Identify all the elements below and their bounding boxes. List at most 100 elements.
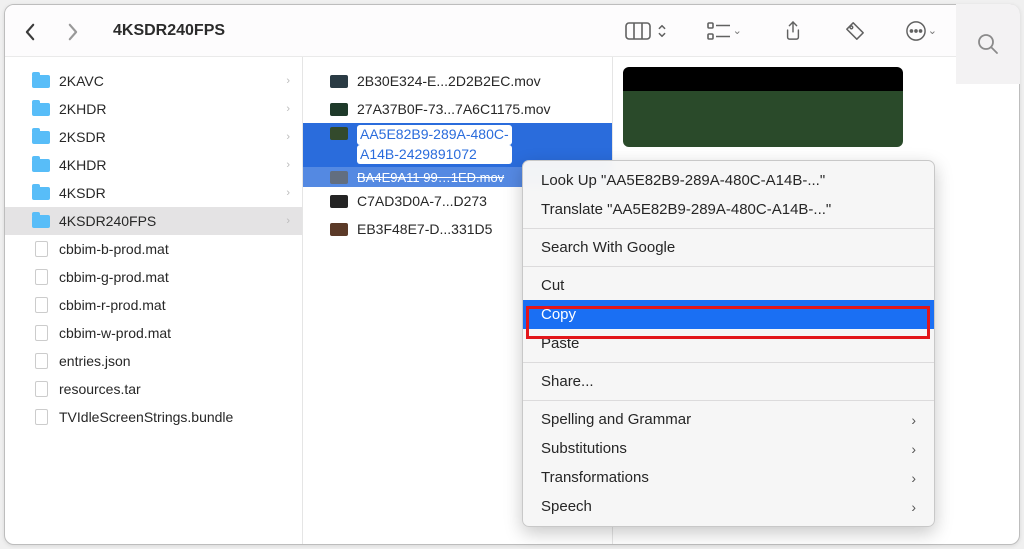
more-button[interactable]: ⌄ bbox=[906, 20, 937, 42]
item-label: entries.json bbox=[59, 353, 131, 369]
chevron-right-icon: › bbox=[911, 470, 916, 486]
menu-cut[interactable]: Cut bbox=[523, 271, 934, 300]
file-label: C7AD3D0A-7...D273 bbox=[357, 193, 487, 209]
item-label: 2KAVC bbox=[59, 73, 104, 89]
item-label: cbbim-r-prod.mat bbox=[59, 297, 166, 313]
menu-label: Copy bbox=[541, 306, 576, 323]
folder-icon bbox=[31, 73, 51, 89]
item-label: cbbim-b-prod.mat bbox=[59, 241, 169, 257]
folder-icon bbox=[31, 213, 51, 229]
chevron-right-icon: › bbox=[286, 75, 290, 87]
back-button[interactable] bbox=[25, 23, 41, 39]
thumbnail-icon bbox=[329, 125, 349, 141]
folder-icon bbox=[31, 129, 51, 145]
group-button[interactable]: ⌄ bbox=[707, 20, 742, 42]
item-label: 4KSDR bbox=[59, 185, 106, 201]
chevron-right-icon: › bbox=[911, 441, 916, 457]
thumbnail-icon bbox=[329, 73, 349, 89]
sidebar-item[interactable]: 2KAVC › bbox=[5, 67, 302, 95]
menu-translate[interactable]: Translate "AA5E82B9-289A-480C-A14B-..." bbox=[523, 195, 934, 224]
folder-icon bbox=[31, 101, 51, 117]
sidebar-item[interactable]: 2KHDR › bbox=[5, 95, 302, 123]
file-icon bbox=[31, 269, 51, 285]
sidebar-item[interactable]: entries.json bbox=[5, 347, 302, 375]
view-columns-button[interactable] bbox=[625, 20, 667, 42]
file-icon bbox=[31, 381, 51, 397]
menu-transformations[interactable]: Transformations › bbox=[523, 463, 934, 492]
item-label: 2KHDR bbox=[59, 101, 106, 117]
item-label: 4KHDR bbox=[59, 157, 106, 173]
item-label: TVIdleScreenStrings.bundle bbox=[59, 409, 233, 425]
menu-search-google[interactable]: Search With Google bbox=[523, 233, 934, 262]
chevron-down-icon: ⌄ bbox=[928, 24, 937, 37]
menu-spelling[interactable]: Spelling and Grammar› bbox=[523, 405, 934, 434]
menu-substitutions[interactable]: Substitutions › bbox=[523, 434, 934, 463]
sidebar-item[interactable]: cbbim-g-prod.mat bbox=[5, 263, 302, 291]
file-label: 27A37B0F-73...7A6C1175.mov bbox=[357, 101, 551, 117]
chevron-right-icon: › bbox=[911, 499, 916, 515]
menu-label: Look Up "AA5E82B9-289A-480C-A14B-..." bbox=[541, 172, 825, 189]
file-icon bbox=[31, 325, 51, 341]
sidebar-item[interactable]: 2KSDR› bbox=[5, 123, 302, 151]
tags-button[interactable] bbox=[844, 20, 866, 42]
sidebar-item[interactable]: 4KHDR › bbox=[5, 151, 302, 179]
chevron-right-icon: › bbox=[286, 103, 290, 115]
item-label: cbbim-w-prod.mat bbox=[59, 325, 171, 341]
menu-separator bbox=[523, 228, 934, 229]
menu-speech[interactable]: Speech › bbox=[523, 492, 934, 521]
item-label: 4KSDR240FPS bbox=[59, 213, 156, 229]
file-icon bbox=[31, 409, 51, 425]
updown-icon bbox=[657, 24, 667, 38]
preview-thumbnail bbox=[623, 67, 903, 147]
forward-button[interactable] bbox=[67, 23, 83, 39]
menu-lookup[interactable]: Look Up "AA5E82B9-289A-480C-A14B-..." bbox=[523, 166, 934, 195]
menu-label: Speech bbox=[541, 498, 592, 515]
file-icon bbox=[31, 241, 51, 257]
item-label: cbbim-g-prod.mat bbox=[59, 269, 169, 285]
thumbnail-icon bbox=[329, 221, 349, 237]
menu-share[interactable]: Share... bbox=[523, 367, 934, 396]
chevron-right-icon: › bbox=[286, 187, 290, 199]
menu-separator bbox=[523, 266, 934, 267]
folder-icon bbox=[31, 157, 51, 173]
sidebar-item[interactable]: 4KSDR240FPS › bbox=[5, 207, 302, 235]
sidebar-item[interactable]: cbbim-b-prod.mat bbox=[5, 235, 302, 263]
background-search-icon bbox=[956, 4, 1020, 84]
file-row[interactable]: 27A37B0F-73...7A6C1175.mov bbox=[303, 95, 612, 123]
sidebar-item[interactable]: cbbim-w-prod.mat bbox=[5, 319, 302, 347]
menu-label: Substitutions bbox=[541, 440, 627, 457]
file-label: EB3F48E7-D...331D5 bbox=[357, 221, 492, 237]
chevron-right-icon: › bbox=[286, 215, 290, 227]
sidebar-item[interactable]: 4KSDR › bbox=[5, 179, 302, 207]
menu-label: Share... bbox=[541, 373, 594, 390]
menu-paste[interactable]: Paste bbox=[523, 329, 934, 358]
menu-separator bbox=[523, 400, 934, 401]
file-icon bbox=[31, 353, 51, 369]
file-label: 2B30E324-E...2D2B2EC.mov bbox=[357, 73, 541, 89]
chevron-right-icon: › bbox=[911, 412, 916, 428]
thumbnail-icon bbox=[329, 169, 349, 185]
file-label: AA5E82B9-289A-480C- bbox=[357, 125, 512, 145]
sidebar-item[interactable]: resources.tar bbox=[5, 375, 302, 403]
file-label: BA4E9A11 99…1ED.mov bbox=[357, 170, 504, 185]
sidebar-column: 2KAVC›2KHDR›2KSDR›4KHDR›4KSDR›4KSDR240FP… bbox=[5, 57, 303, 544]
context-menu: Look Up "AA5E82B9-289A-480C-A14B-..." Tr… bbox=[522, 160, 935, 527]
menu-label: Search With Google bbox=[541, 239, 675, 256]
file-row[interactable]: 2B30E324-E...2D2B2EC.mov bbox=[303, 67, 612, 95]
sidebar-item[interactable]: cbbim-r-prod.mat bbox=[5, 291, 302, 319]
menu-label: Cut bbox=[541, 277, 564, 294]
thumbnail-icon bbox=[329, 101, 349, 117]
menu-label: Transformations bbox=[541, 469, 649, 486]
chevron-right-icon: › bbox=[286, 159, 290, 171]
file-icon bbox=[31, 297, 51, 313]
toolbar: 4KSDR240FPS ⌄ ⌄ bbox=[5, 5, 1019, 57]
chevron-down-icon: ⌄ bbox=[733, 24, 742, 37]
menu-copy[interactable]: Copy bbox=[523, 300, 934, 329]
menu-label: Translate "AA5E82B9-289A-480C-A14B-..." bbox=[541, 201, 831, 218]
folder-icon bbox=[31, 185, 51, 201]
window-title: 4KSDR240FPS bbox=[113, 22, 225, 40]
file-label: A14B-2429891072 bbox=[357, 145, 512, 165]
menu-separator bbox=[523, 362, 934, 363]
sidebar-item[interactable]: TVIdleScreenStrings.bundle bbox=[5, 403, 302, 431]
share-button[interactable] bbox=[782, 20, 804, 42]
